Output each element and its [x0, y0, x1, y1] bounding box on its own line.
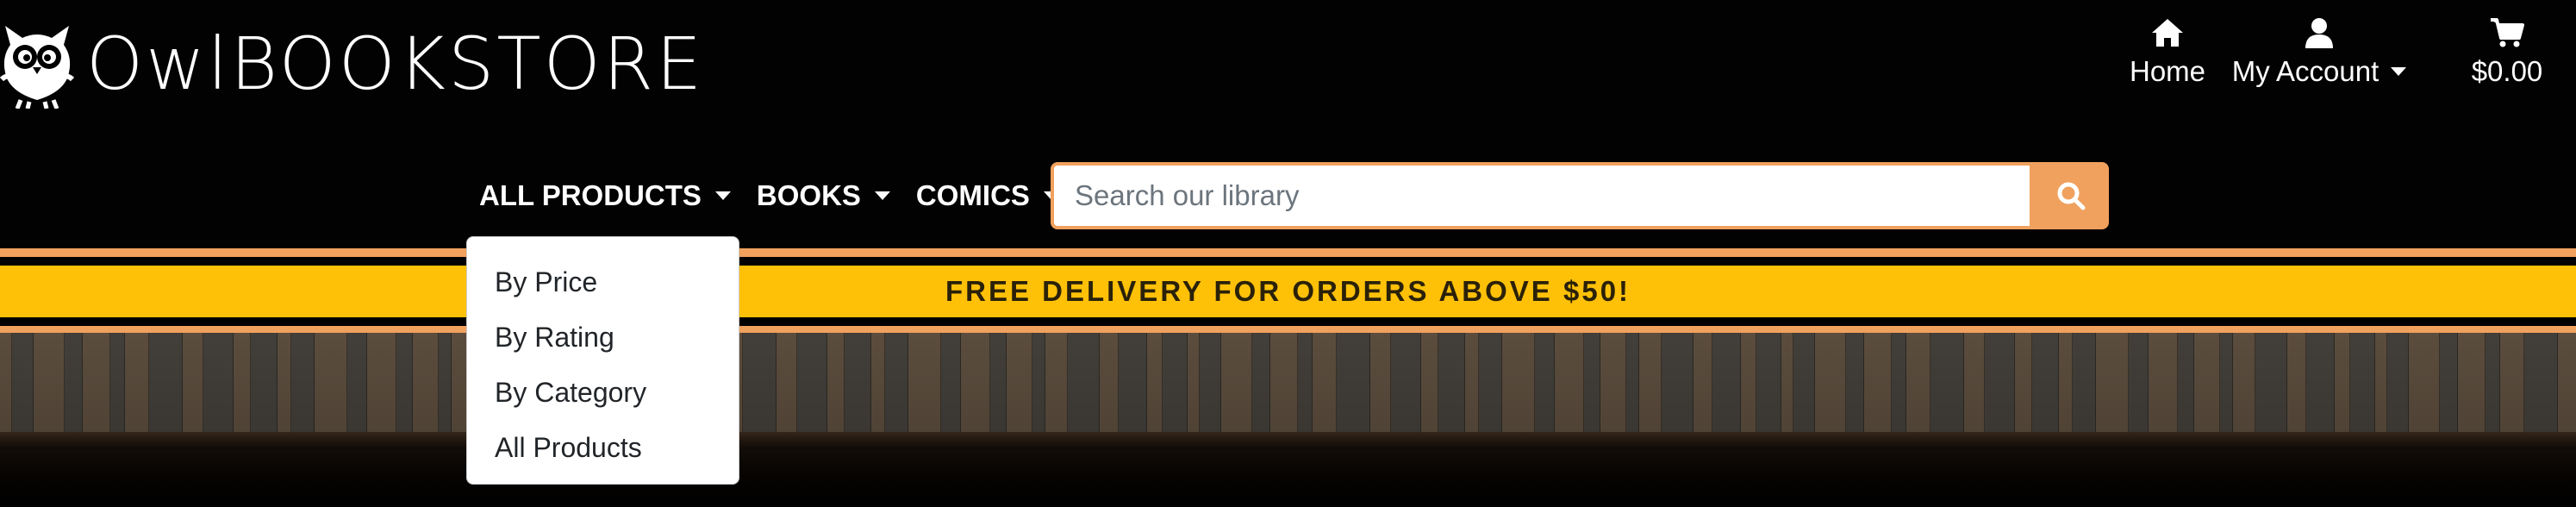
home-label: Home — [2129, 55, 2206, 87]
nav-comics[interactable]: COMICS — [916, 179, 1059, 212]
owl-icon — [0, 26, 74, 109]
main-nav: ALL PRODUCTS BOOKS COMICS — [479, 162, 1085, 229]
my-account-text: My Account — [2231, 55, 2380, 87]
cart-total: $0.00 — [2471, 55, 2543, 87]
dropdown-item-by-price[interactable]: By Price — [467, 254, 739, 310]
nav-all-products-label: ALL PRODUCTS — [479, 179, 702, 211]
cart-link[interactable]: $0.00 — [2455, 14, 2559, 100]
banner-divider — [0, 257, 2576, 266]
dropdown-item-by-rating[interactable]: By Rating — [467, 310, 739, 365]
search-button[interactable] — [2033, 162, 2109, 229]
search-form — [1051, 162, 2109, 229]
cart-icon — [2491, 18, 2524, 47]
search-input[interactable] — [1051, 162, 2033, 229]
banner-border-bottom — [0, 326, 2576, 333]
hero-overlay — [0, 333, 2576, 507]
all-products-dropdown: By Price By Rating By Category All Produ… — [466, 236, 739, 485]
brand-logo[interactable]: OwlBOOKSTORE — [0, 19, 704, 109]
dropdown-item-all-products[interactable]: All Products — [467, 420, 739, 475]
banner-divider — [0, 317, 2576, 326]
home-icon — [2152, 19, 2183, 47]
user-icon — [2305, 18, 2333, 48]
brand-name: OwlBOOKSTORE — [86, 22, 705, 106]
search-icon — [2057, 182, 2086, 210]
delivery-banner-text: FREE DELIVERY FOR ORDERS ABOVE $50! — [945, 275, 1631, 307]
bookshelf-hero-image — [0, 333, 2576, 507]
nav-books-label: BOOKS — [756, 179, 861, 211]
chevron-down-icon — [714, 191, 731, 200]
nav-all-products[interactable]: ALL PRODUCTS — [479, 179, 731, 212]
banner-border-top — [0, 248, 2576, 257]
dropdown-item-by-category[interactable]: By Category — [467, 365, 739, 420]
my-account-label: My Account — [2232, 55, 2407, 88]
home-link[interactable]: Home — [2120, 14, 2215, 100]
site-header: OwlBOOKSTORE Home My Account $0.00 ALL P… — [0, 0, 2576, 248]
chevron-down-icon — [874, 191, 890, 200]
chevron-down-icon — [2391, 67, 2407, 76]
nav-comics-label: COMICS — [915, 179, 1030, 211]
delivery-banner: FREE DELIVERY FOR ORDERS ABOVE $50! — [0, 266, 2576, 317]
my-account-menu[interactable]: My Account — [2229, 14, 2410, 100]
nav-books[interactable]: BOOKS — [757, 179, 890, 212]
